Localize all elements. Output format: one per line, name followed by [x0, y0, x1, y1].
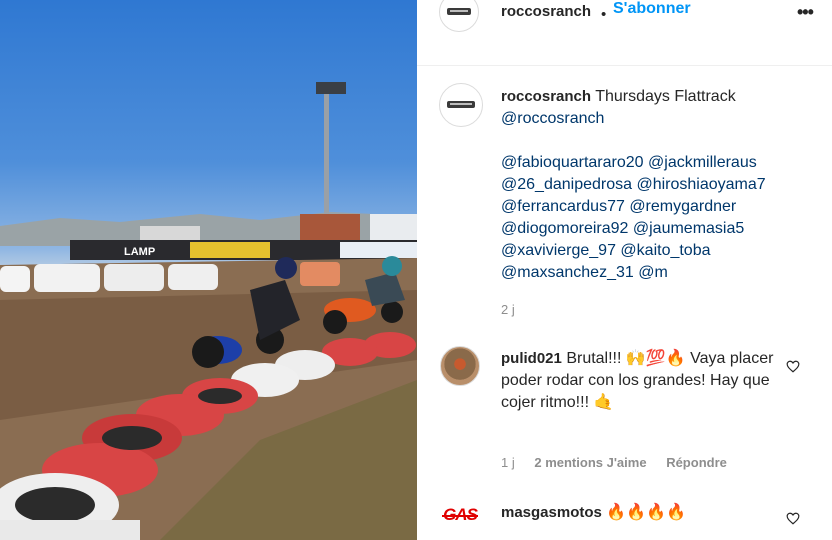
- barrier: [0, 266, 30, 292]
- heart-icon[interactable]: [786, 512, 800, 525]
- banner-white: [340, 242, 417, 258]
- mention-link[interactable]: @jackmilleraus: [648, 154, 757, 171]
- barrier: [168, 264, 218, 290]
- heart-icon[interactable]: [786, 360, 800, 373]
- follow-button[interactable]: S'abonner: [613, 0, 691, 18]
- banner-yellow: [190, 242, 270, 258]
- mention-link[interactable]: @xavivierge_97: [501, 242, 616, 259]
- commenter-avatar[interactable]: GAS: [440, 499, 480, 539]
- truck-2: [300, 214, 360, 240]
- mention-link[interactable]: @m: [638, 264, 668, 281]
- barrier: [34, 264, 100, 292]
- barrier: [104, 264, 164, 291]
- post-panel: roccosranch • S'abonner ••• roccosranch …: [417, 0, 832, 540]
- mention-link[interactable]: @remygardner: [629, 198, 736, 215]
- caption-line: @fabioquartararo20 @jackmilleraus: [501, 152, 801, 174]
- brand-logo-icon: [447, 8, 471, 15]
- mention-link[interactable]: @roccosranch: [501, 110, 604, 127]
- caption-username[interactable]: roccosranch: [501, 88, 591, 105]
- author-avatar[interactable]: [439, 0, 479, 32]
- comment-emoji-end: 🤙: [593, 394, 614, 411]
- mention-link[interactable]: @maxsanchez_31: [501, 264, 634, 281]
- caption-line: @xavivierge_97 @kaito_toba: [501, 240, 801, 262]
- caption-line: roccosranch Thursdays Flattrack: [501, 86, 801, 108]
- comment-emojis: 🔥🔥🔥🔥: [606, 504, 687, 521]
- brand-logo-icon: [447, 101, 475, 108]
- caption-text: Thursdays Flattrack: [595, 88, 736, 105]
- follow-separator: •: [601, 6, 607, 23]
- more-options-icon[interactable]: •••: [797, 2, 814, 23]
- commenter-username[interactable]: masgasmotos: [501, 504, 602, 521]
- comment: pulid021 Brutal!!! 🙌💯🔥 Vaya placer poder…: [501, 348, 791, 414]
- gas-logo: GAS: [440, 505, 480, 527]
- mention-link[interactable]: @jaumemasia5: [633, 220, 744, 237]
- mention-link[interactable]: @ferrancardus77: [501, 198, 625, 215]
- caption-line: @26_danipedrosa @hiroshiaoyama7: [501, 174, 801, 196]
- caption-timestamp[interactable]: 2 j: [501, 302, 515, 317]
- caption-line: @diogomoreira92 @jaumemasia5: [501, 218, 801, 240]
- author-username[interactable]: roccosranch: [501, 3, 591, 20]
- truck: [370, 214, 417, 242]
- mention-link[interactable]: @diogomoreira92: [501, 220, 628, 237]
- comment-text: Brutal!!!: [566, 350, 622, 367]
- commenter-avatar[interactable]: [440, 346, 480, 386]
- banner-text: LAMP: [124, 246, 155, 258]
- media-photo: LAMP: [0, 82, 417, 540]
- post-media[interactable]: LAMP: [0, 0, 417, 540]
- mention-link[interactable]: @kaito_toba: [620, 242, 710, 259]
- comment-emojis: 🙌💯🔥: [625, 350, 686, 367]
- reply-button[interactable]: Répondre: [666, 455, 727, 470]
- caption-line: @roccosranch: [501, 108, 801, 130]
- comment-likes[interactable]: 2 mentions J'aime: [534, 455, 646, 470]
- comment: masgasmotos 🔥🔥🔥🔥: [501, 502, 791, 524]
- comment-timestamp[interactable]: 1 j: [501, 455, 515, 470]
- mention-link[interactable]: @26_danipedrosa: [501, 176, 632, 193]
- barrier: [300, 262, 340, 286]
- caption-line: @maxsanchez_31 @m: [501, 262, 801, 284]
- post-header: roccosranch • S'abonner •••: [417, 0, 832, 66]
- caption: roccosranch Thursdays Flattrack @roccosr…: [501, 86, 801, 284]
- mention-link[interactable]: @fabioquartararo20: [501, 154, 644, 171]
- mention-link[interactable]: @hiroshiaoyama7: [636, 176, 765, 193]
- caption-avatar[interactable]: [439, 83, 483, 127]
- light-head: [316, 82, 346, 94]
- caption-line: @ferrancardus77 @remygardner: [501, 196, 801, 218]
- commenter-username[interactable]: pulid021: [501, 350, 562, 367]
- comment-meta: 1 j 2 mentions J'aime Répondre: [501, 455, 743, 470]
